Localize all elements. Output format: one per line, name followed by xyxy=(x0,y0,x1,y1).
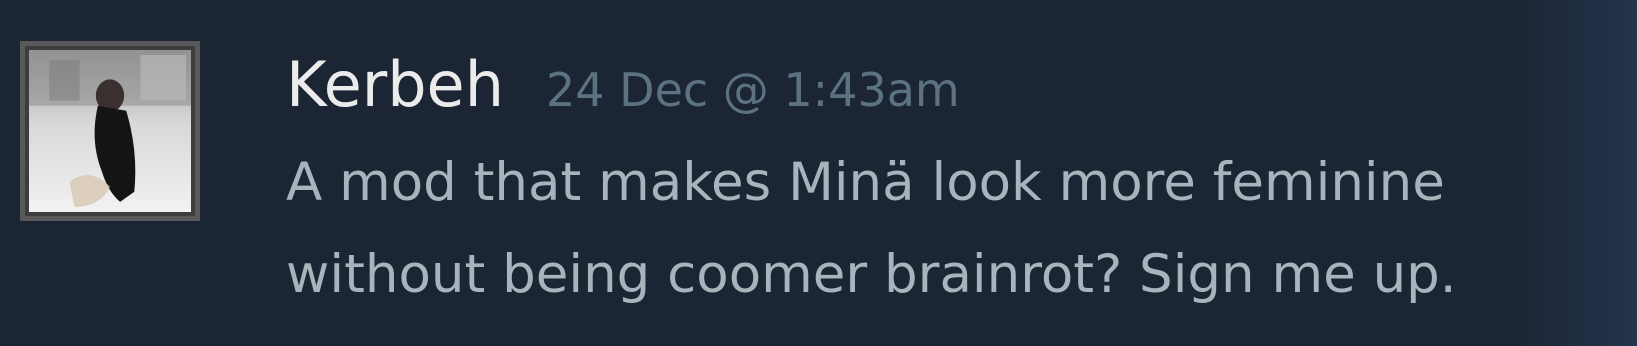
comment-content: Kerbeh 24 Dec @ 1:43am A mod that makes … xyxy=(286,44,1626,321)
comment-header: Kerbeh 24 Dec @ 1:43am xyxy=(286,44,1626,131)
author-name[interactable]: Kerbeh xyxy=(286,44,504,126)
avatar-image xyxy=(29,50,191,212)
avatar-frame[interactable] xyxy=(20,41,200,221)
avatar[interactable] xyxy=(29,50,191,212)
comment-card: Kerbeh 24 Dec @ 1:43am A mod that makes … xyxy=(0,0,1637,346)
comment-timestamp: 24 Dec @ 1:43am xyxy=(546,63,960,117)
comment-text: A mod that makes Minä look more feminine… xyxy=(286,152,1457,305)
